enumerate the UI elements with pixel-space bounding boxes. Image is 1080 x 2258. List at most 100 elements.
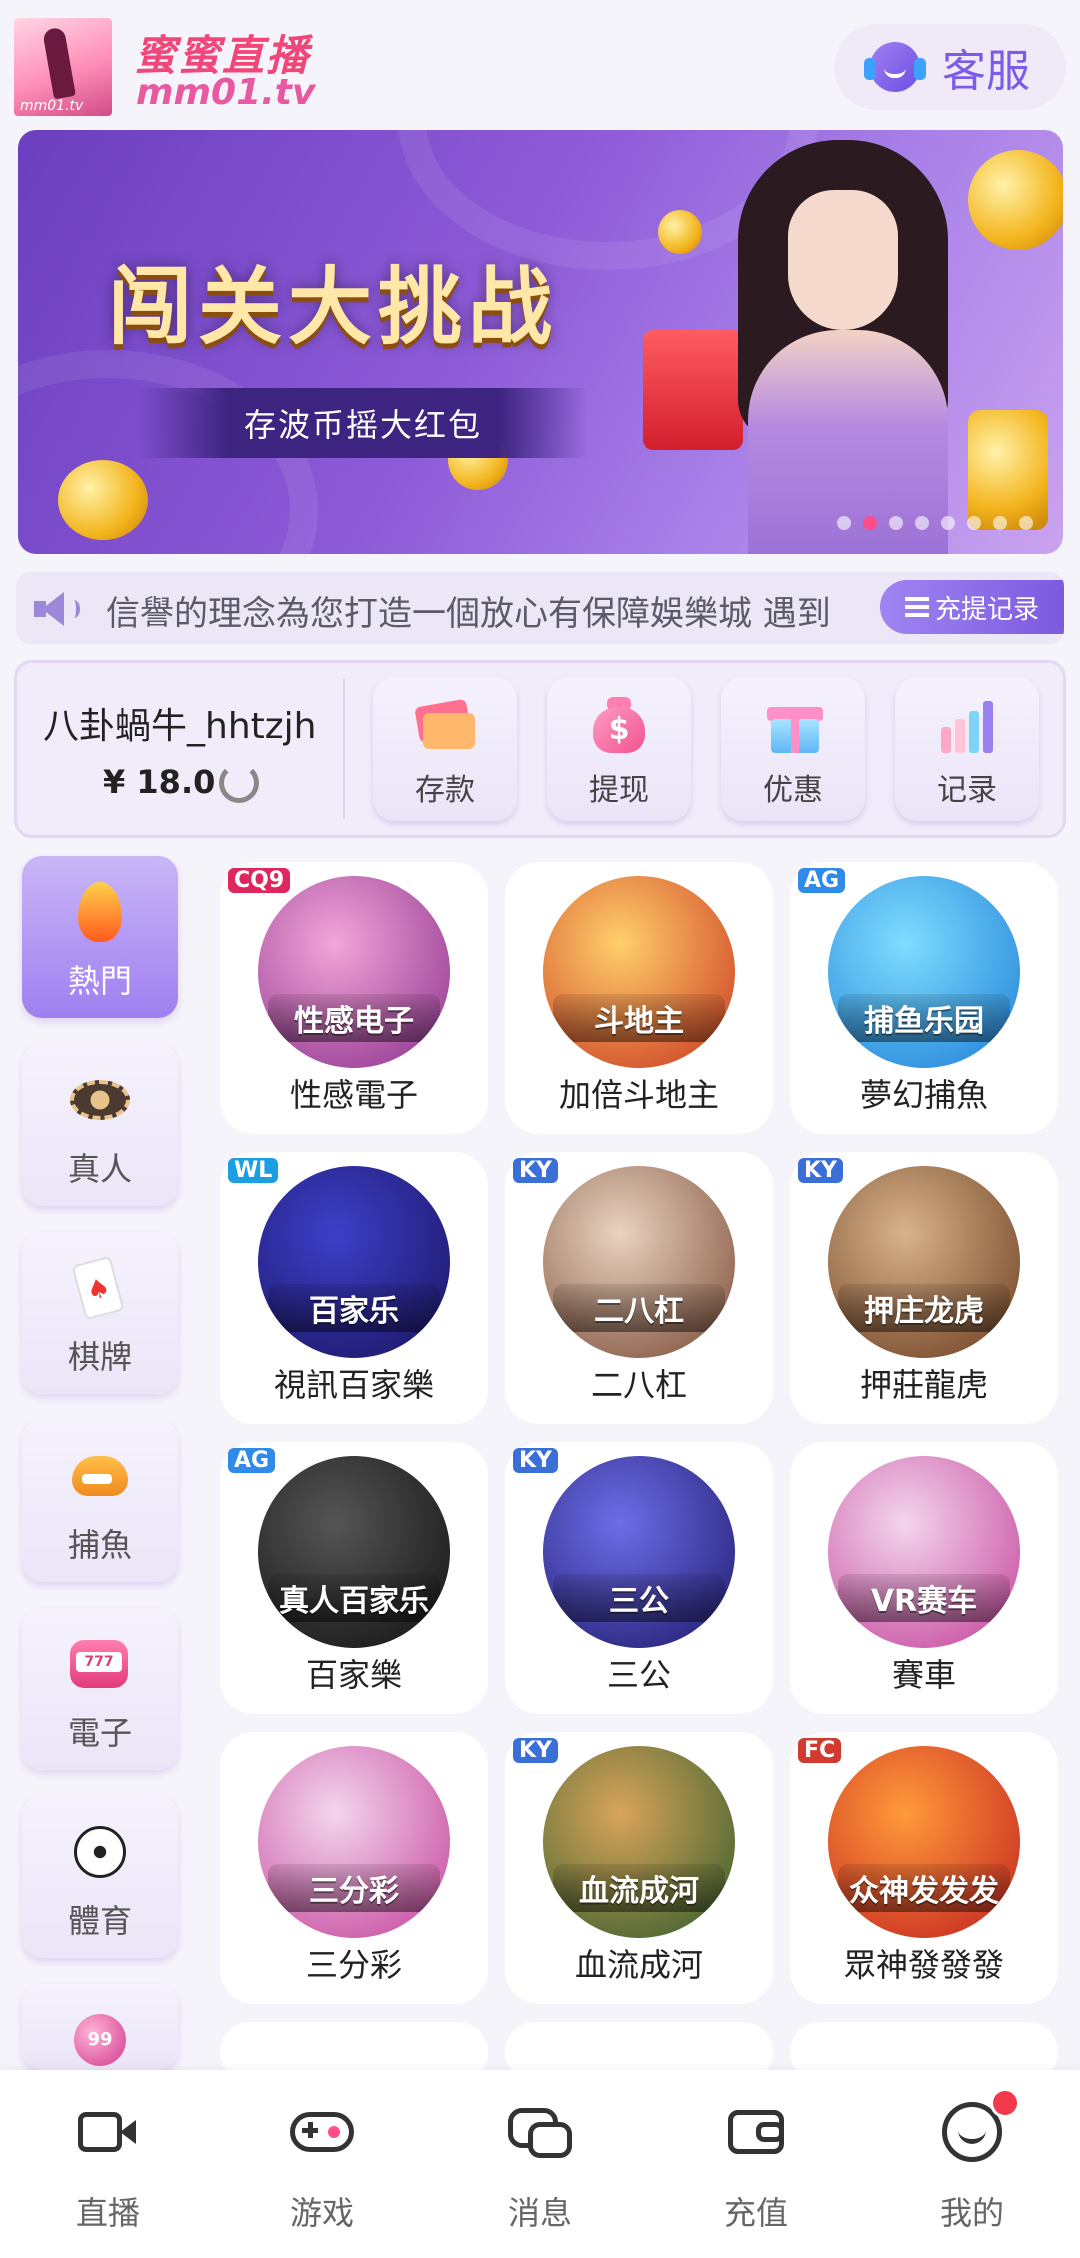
notification-badge [990,2088,1020,2118]
customer-service-button[interactable]: 客服 [834,24,1066,110]
game-card[interactable]: 斗地主 加倍斗地主 [505,862,773,1134]
nav-messages-label: 消息 [507,2194,572,2232]
nav-recharge-label: 充值 [723,2194,788,2232]
playing-card-icon: ♠ [68,1254,132,1324]
game-thumbnail: 性感电子 [258,876,450,1068]
nav-games[interactable]: 游戏 [252,2100,392,2232]
game-card[interactable]: VR赛车賽車 [790,1442,1058,1714]
nav-games-label: 游戏 [289,2194,354,2232]
game-title: 三公 [606,1656,671,1694]
category-tab[interactable]: 真人 [22,1044,178,1206]
provider-tag: KY [798,1158,843,1183]
provider-tag: KY [513,1448,558,1473]
category-label: 真人 [67,1150,132,1188]
withdraw-label: 提现 [589,773,649,808]
category-tab[interactable]: 熱門 [22,856,178,1018]
money-bag-icon: $ [589,697,649,753]
game-title: 血流成河 [574,1946,703,1984]
banner-title: 闯关大挑战 [108,258,559,356]
game-thumbnail: 二八杠 [543,1166,735,1358]
promo-banner[interactable]: 闯关大挑战 存波币摇大红包 [18,130,1063,554]
game-title: 二八杠 [590,1366,687,1404]
category-tab[interactable]: 99 [22,1984,178,2070]
username: 八卦蝸牛_hhtzjh [43,706,317,747]
chat-bubble-icon [508,2100,572,2162]
game-card[interactable]: 三公 KY 三公 [505,1442,773,1714]
provider-tag: FC [798,1738,842,1763]
category-label: 捕魚 [67,1526,132,1564]
game-thumbnail-text: 捕鱼乐园 [838,994,1010,1042]
deposit-button[interactable]: 存款 [373,677,517,821]
carousel-dot[interactable] [863,516,877,530]
soccer-ball-icon [68,1818,132,1888]
provider-tag: WL [228,1158,279,1183]
carousel-dot[interactable] [889,516,903,530]
logo-domain: mm01.tv [136,72,316,113]
carousel-dot[interactable] [941,516,955,530]
category-tab[interactable]: ♠ 棋牌 [22,1232,178,1394]
provider-tag: AG [228,1448,276,1473]
nav-live[interactable]: 直播 [38,2100,178,2232]
carousel-dot[interactable] [837,516,851,530]
card-icon [414,697,475,753]
fire-icon [68,878,132,948]
nav-live-label: 直播 [75,2194,140,2232]
carousel-dots[interactable] [837,516,1033,530]
withdraw-button[interactable]: $ 提现 [547,677,691,821]
refresh-icon[interactable] [219,763,259,803]
category-tab[interactable]: 捕魚 [22,1420,178,1582]
game-thumbnail-text: 三公 [553,1574,725,1622]
game-card[interactable]: 三分彩 三分彩 [220,1732,488,2004]
divider [343,679,345,819]
bottom-navigation: 直播 游戏 消息 充值 我的 [0,2070,1080,2258]
game-thumbnail: 捕鱼乐园 [828,876,1020,1068]
carousel-dot[interactable] [915,516,929,530]
game-thumbnail-text: 二八杠 [553,1284,725,1332]
game-title: 夢幻捕魚 [859,1076,988,1114]
nav-messages[interactable]: 消息 [470,2100,610,2232]
category-label: 電子 [67,1714,132,1752]
game-card[interactable]: 血流成河 KY 血流成河 [505,1732,773,2004]
carousel-dot[interactable] [1019,516,1033,530]
game-thumbnail-text: 押庄龙虎 [838,1284,1010,1332]
promotion-button[interactable]: 优惠 [721,677,865,821]
game-card[interactable]: 捕鱼乐园 AG 夢幻捕魚 [790,862,1058,1134]
game-card[interactable]: 押庄龙虎 KY 押莊龍虎 [790,1152,1058,1424]
game-thumbnail: 众神发发发 [828,1746,1020,1938]
category-tab[interactable]: 777 電子 [22,1608,178,1770]
game-thumbnail-text: VR赛车 [838,1574,1010,1622]
announcement-text: 信譽的理念為您打造一個放心有保障娛樂城 遇到 [106,594,831,634]
records-label: 记录 [937,773,997,808]
game-thumbnail: 真人百家乐 [258,1456,450,1648]
game-title: 賽車 [891,1656,956,1694]
deposit-withdraw-record-button[interactable]: 充提记录 [880,580,1064,634]
carousel-dot[interactable] [967,516,981,530]
category-label: 棋牌 [67,1338,132,1376]
camera-icon [76,2100,140,2162]
game-card[interactable]: 百家乐 WL 視訊百家樂 [220,1152,488,1424]
game-card[interactable]: 性感电子 CQ9 性感電子 [220,862,488,1134]
speaker-icon [34,592,84,626]
game-card[interactable]: 真人百家乐 AG 百家樂 [220,1442,488,1714]
gamepad-icon [290,2100,354,2162]
carousel-dot[interactable] [993,516,1007,530]
lottery-ball-icon: 99 [68,2006,132,2076]
game-thumbnail: 三公 [543,1456,735,1648]
game-thumbnail-text: 百家乐 [268,1284,440,1332]
nav-profile[interactable]: 我的 [902,2100,1042,2232]
game-thumbnail-text: 众神发发发 [838,1864,1010,1912]
game-title: 押莊龍虎 [859,1366,988,1404]
game-thumbnail: VR赛车 [828,1456,1020,1648]
headset-support-icon [864,38,926,96]
nav-recharge[interactable]: 充值 [686,2100,826,2232]
app-header: mm01.tv 蜜蜜直播 mm01.tv 客服 [0,0,1080,130]
deposit-label: 存款 [415,773,475,808]
game-title: 性感電子 [289,1076,418,1114]
category-tab[interactable]: 體育 [22,1796,178,1958]
game-title: 三分彩 [305,1946,402,1984]
gift-icon [763,697,823,753]
game-card[interactable]: 众神发发发 FC 眾神發發發 [790,1732,1058,2004]
game-title: 眾神發發發 [843,1946,1004,1984]
records-button[interactable]: 记录 [895,677,1039,821]
game-card[interactable]: 二八杠 KY 二八杠 [505,1152,773,1424]
